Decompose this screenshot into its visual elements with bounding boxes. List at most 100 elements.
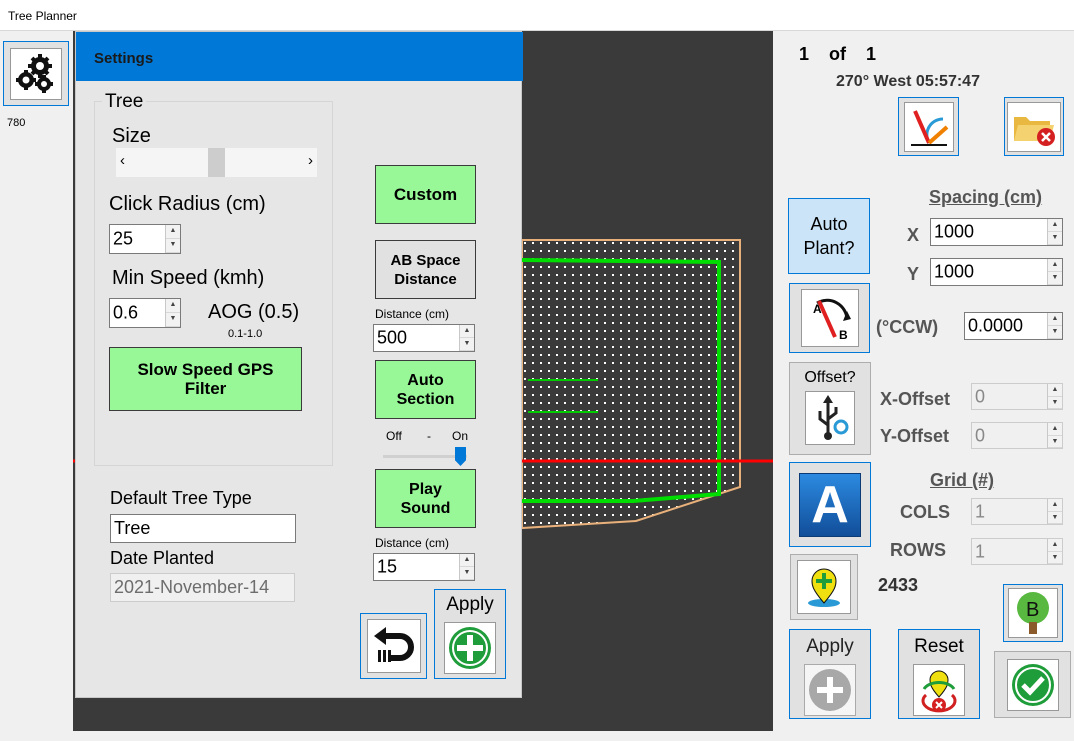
toggle-on-label: On [452,429,469,443]
slow-speed-gps-filter-button[interactable]: Slow Speed GPS Filter [109,347,302,411]
page-current: 1 [799,44,810,64]
svg-text:A: A [813,302,822,316]
custom-button[interactable]: Custom [375,165,476,224]
rows-label: ROWS [890,540,946,560]
x-offset-input[interactable]: 0 ▲ ▼ [971,383,1063,410]
settings-apply-button[interactable]: Apply [434,589,506,679]
x-offset-spinner[interactable]: ▲ ▼ [1047,384,1062,409]
click-radius-spinner[interactable]: ▲ ▼ [165,225,180,253]
window-title: Tree Planner [8,9,77,23]
y-spacing-input[interactable]: 1000 ▲ ▼ [930,258,1063,286]
cols-spinner[interactable]: ▲ ▼ [1047,499,1062,524]
reset-button[interactable]: Reset [898,629,980,719]
settings-apply-label: Apply [446,594,494,615]
svg-text:B: B [839,328,848,342]
page-of: of [829,44,846,64]
page-total: 1 [866,44,877,64]
ok-button[interactable] [994,651,1071,718]
compass-heading-icon [903,101,954,152]
tree-group-label: Tree [102,91,147,113]
x-label: X [907,225,920,245]
grid-apply-label: Apply [806,636,854,657]
settings-header: Settings [76,32,523,81]
toggle-off-label: Off [386,429,402,443]
plus-circle-disabled-icon [804,664,856,716]
min-speed-label: Min Speed (kmh) [112,267,265,289]
reset-pins-icon [913,664,965,716]
checkmark-circle-icon [1006,658,1059,711]
distance-label-1: Distance (cm) [375,307,450,321]
distance-label-2: Distance (cm) [375,536,450,550]
rows-input[interactable]: 1 ▲ ▼ [971,538,1063,565]
distance-input-2[interactable]: 15 ▲ ▼ [373,553,475,581]
aog-label: AOG (0.5) [208,301,300,323]
distance-spinner-1[interactable]: ▲ ▼ [459,325,474,351]
min-speed-input[interactable]: 0.6 ▲ ▼ [109,298,181,328]
tree-count: 2433 [878,575,919,595]
heading-time: 270° West 05:57:47 [836,73,980,90]
x-spacing-input[interactable]: 1000 ▲ ▼ [930,218,1063,246]
default-tree-type-label: Default Tree Type [110,488,252,508]
click-radius-input[interactable]: 25 ▲ ▼ [109,224,181,254]
usb-settings-icon [805,391,855,445]
scroll-left-arrow[interactable]: ‹ [120,152,125,169]
y-offset-input[interactable]: 0 ▲ ▼ [971,422,1063,449]
toggle-dash-label: - [427,429,431,443]
ab-space-distance-button[interactable]: AB Space Distance [375,240,476,299]
scroll-right-arrow[interactable]: › [308,152,313,169]
date-planted-input[interactable]: 2021-November-14 [110,573,295,602]
auto-section-button[interactable]: Auto Section [375,360,476,419]
plus-circle-icon [444,622,496,674]
reset-label: Reset [914,636,964,657]
add-point-button[interactable] [790,554,858,620]
size-scroll-thumb[interactable] [208,148,225,177]
y-offset-label: Y-Offset [880,426,950,446]
ccw-input[interactable]: 0.0000 ▲ ▼ [964,312,1063,340]
grid-apply-button[interactable]: Apply [789,629,871,719]
y-spacing-spinner[interactable]: ▲ ▼ [1047,259,1062,285]
date-planted-label: Date Planted [110,548,215,568]
min-speed-spinner[interactable]: ▲ ▼ [165,299,180,327]
toggle-thumb[interactable] [455,447,466,466]
ccw-label: (°CCW) [876,317,939,337]
tree-b-icon: B [1008,588,1058,638]
size-label: Size [112,125,151,147]
gears-icon [10,47,62,100]
offset-label: Offset? [804,369,856,386]
offset-button[interactable]: Offset? [789,362,871,455]
toggle-track [383,455,467,458]
aog-range: 0.1-1.0 [228,328,263,340]
back-button[interactable] [360,613,427,679]
settings-panel: Settings Tree Size ‹ › Click Radius (cm)… [75,31,523,698]
ab-rotate-icon: A B [800,289,859,347]
close-field-button[interactable] [1004,97,1064,156]
return-arrow-icon [366,619,421,673]
auto-section-toggle[interactable] [383,447,467,467]
ccw-spinner[interactable]: ▲ ▼ [1047,313,1062,339]
x-spacing-spinner[interactable]: ▲ ▼ [1047,219,1062,245]
letter-a-icon: A [799,472,861,537]
left-toolbar [0,31,73,741]
title-bar: Tree Planner [0,0,1074,31]
y-offset-spinner[interactable]: ▲ ▼ [1047,423,1062,448]
cols-input[interactable]: 1 ▲ ▼ [971,498,1063,525]
settings-button[interactable] [3,41,69,106]
folder-close-icon [1007,101,1061,152]
heading-button[interactable] [898,97,959,156]
distance-input-1[interactable]: 500 ▲ ▼ [373,324,475,352]
default-tree-type-input[interactable]: Tree [110,514,296,543]
map-pin-add-icon [797,560,851,614]
size-scrollbar[interactable]: ‹ › [116,148,317,177]
rows-spinner[interactable]: ▲ ▼ [1047,539,1062,564]
cols-label: COLS [900,502,951,522]
y-label: Y [907,264,920,284]
distance-spinner-2[interactable]: ▲ ▼ [459,554,474,580]
a-point-button[interactable]: A [789,462,871,547]
b-point-button[interactable]: B [1003,584,1063,642]
play-sound-button[interactable]: Play Sound [375,469,476,528]
ab-rotate-button[interactable]: A B [789,283,870,353]
auto-plant-button[interactable]: Auto Plant? [788,198,870,274]
settings-title: Settings [94,50,154,67]
left-counter: 780 [7,117,26,129]
grid-label: Grid (#) [930,470,995,490]
